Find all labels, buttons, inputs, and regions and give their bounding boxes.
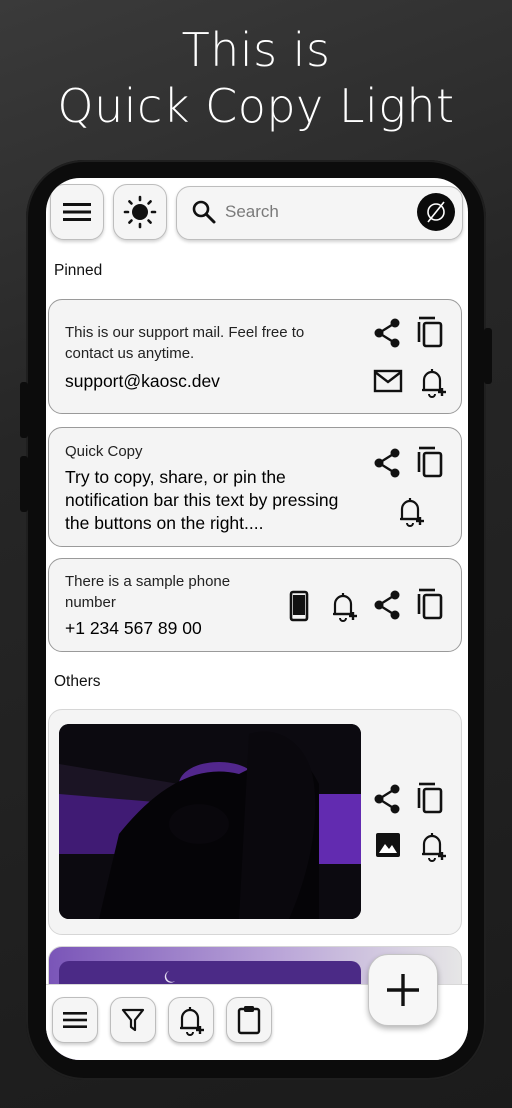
bottom-menu-button[interactable] xyxy=(52,997,98,1043)
copy-icon[interactable] xyxy=(416,446,444,478)
add-button[interactable] xyxy=(368,954,438,1026)
share-icon[interactable] xyxy=(373,318,401,348)
card-value: Try to copy, share, or pin the notificat… xyxy=(65,467,339,533)
plus-icon xyxy=(385,972,421,1008)
phone-volume-down xyxy=(20,456,28,512)
image-icon[interactable] xyxy=(375,832,401,858)
card-label: There is a sample phone number xyxy=(65,573,231,611)
menu-button[interactable] xyxy=(50,184,104,240)
copy-icon[interactable] xyxy=(416,316,444,348)
notification-add-icon[interactable] xyxy=(330,590,358,622)
notification-add-icon[interactable] xyxy=(419,366,447,398)
clear-button[interactable] xyxy=(417,193,455,231)
menu-icon xyxy=(62,1010,88,1030)
section-pinned-label: Pinned xyxy=(54,262,103,279)
promo-line-2: Quick Copy Light xyxy=(57,79,455,133)
filter-icon xyxy=(121,1007,145,1033)
app-screen: Search Pinned This is our support mail. … xyxy=(46,178,468,1060)
promo-line-1: This is xyxy=(181,23,331,77)
clear-icon xyxy=(424,200,448,224)
share-icon[interactable] xyxy=(373,590,401,620)
phone-volume-up xyxy=(20,382,28,438)
copy-icon[interactable] xyxy=(416,588,444,620)
menu-icon xyxy=(62,200,92,224)
search-icon xyxy=(191,199,217,225)
card-label: This is our support mail. Feel free to c… xyxy=(65,324,305,362)
card-value: +1 234 567 89 00 xyxy=(65,618,202,638)
notification-pin-button[interactable] xyxy=(168,997,214,1043)
pinned-card-1[interactable]: This is our support mail. Feel free to c… xyxy=(48,299,462,414)
pinned-card-3[interactable]: There is a sample phone number +1 234 56… xyxy=(48,558,462,652)
section-others-label: Others xyxy=(54,673,101,690)
phone-power-button xyxy=(484,328,492,384)
notification-add-icon xyxy=(177,1004,205,1036)
image-preview[interactable] xyxy=(59,724,361,919)
image-card[interactable] xyxy=(48,709,462,935)
filter-button[interactable] xyxy=(110,997,156,1043)
notification-add-icon[interactable] xyxy=(397,495,425,527)
copy-icon[interactable] xyxy=(416,782,444,814)
search-input[interactable]: Search xyxy=(225,202,279,222)
pinned-card-2[interactable]: Quick Copy Try to copy, share, or pin th… xyxy=(48,427,462,547)
theme-toggle-button[interactable] xyxy=(113,184,167,240)
share-icon[interactable] xyxy=(373,784,401,814)
search-bar[interactable]: Search xyxy=(176,186,463,240)
promo-headline: This is Quick Copy Light xyxy=(0,22,512,134)
clipboard-icon xyxy=(237,1005,261,1035)
brightness-icon xyxy=(123,195,157,229)
notification-add-icon[interactable] xyxy=(419,830,447,862)
card-value: support@kaosc.dev xyxy=(65,371,220,391)
email-icon[interactable] xyxy=(373,368,403,394)
share-icon[interactable] xyxy=(373,448,401,478)
clipboard-button[interactable] xyxy=(226,997,272,1043)
card-label: Quick Copy xyxy=(65,443,143,460)
phone-icon[interactable] xyxy=(288,590,310,622)
